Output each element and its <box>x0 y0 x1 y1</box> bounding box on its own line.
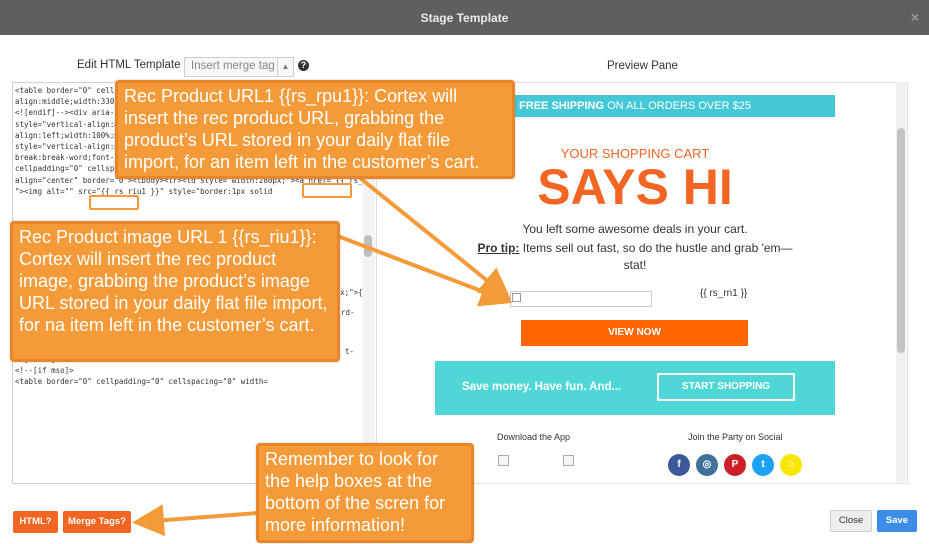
code-line: <table border="0" cellpadding="0" cellsp… <box>15 377 268 387</box>
banner-bold-text: FREE SHIPPING <box>519 100 605 112</box>
cart-body-text: You left some awesome deals in your cart… <box>522 222 748 236</box>
code-line: break:break-word;font-siz <box>15 153 128 163</box>
riu1-highlight <box>89 195 139 210</box>
chevron-down-icon[interactable]: ▲ <box>277 58 293 76</box>
help-icon[interactable]: ? <box>298 60 309 71</box>
code-line: "><img alt="" src="{{ rs_riu1 }}" style=… <box>15 186 273 196</box>
riu1-callout: Rec Product image URL 1 {{rs_riu1}}: Cor… <box>10 221 340 362</box>
merge-tags-help-button[interactable]: Merge Tags? <box>63 511 131 533</box>
rpu1-callout: Rec Product URL1 {{rs_rpu1}}: Cortex wil… <box>115 80 515 179</box>
download-app-label: Download the App <box>497 432 571 442</box>
broken-image-icon <box>512 293 521 302</box>
play-store-image[interactable] <box>563 455 574 466</box>
edit-html-label: Edit HTML Template <box>77 59 181 71</box>
start-shopping-button[interactable]: START SHOPPING <box>657 373 795 401</box>
html-help-button[interactable]: HTML? <box>13 511 58 533</box>
merge-tag-select[interactable]: Insert merge tag ▲ <box>184 57 294 77</box>
help-callout: Remember to look for the help boxes at t… <box>256 443 474 543</box>
close-button[interactable]: Close <box>830 510 872 532</box>
preview-pane-label: Preview Pane <box>607 60 678 72</box>
banner-text: ON ALL ORDERS OVER $25 <box>604 100 751 112</box>
code-line: <table border="0" cellp <box>15 86 119 95</box>
code-line: <![endif]--><div aria-lab <box>15 108 128 118</box>
modal-title-bar: Stage Template × <box>0 0 929 35</box>
modal-title: Stage Template <box>420 10 509 25</box>
code-line: align:middle;width:330px <box>15 97 124 107</box>
app-store-image[interactable] <box>498 455 509 466</box>
instagram-icon[interactable]: ◎ <box>696 454 718 476</box>
code-fragment: t- <box>345 347 355 356</box>
code-line: align:left;width:100%;min <box>15 130 128 140</box>
save-button[interactable]: Save <box>877 510 917 532</box>
close-icon[interactable]: × <box>911 9 919 25</box>
pro-tip-label: Pro tip: <box>477 241 520 255</box>
product-image-placeholder <box>510 291 652 307</box>
pro-tip: Pro tip: Items sell out fast, so do the … <box>470 240 800 274</box>
snapchat-icon[interactable]: ☺ <box>780 454 802 476</box>
editor-scroll-thumb[interactable] <box>364 235 372 257</box>
preview-scroll-thumb[interactable] <box>897 128 905 353</box>
facebook-icon[interactable]: f <box>668 454 690 476</box>
pro-tip-text: Items sell out fast, so do the hustle an… <box>519 241 793 272</box>
code-line: <!--[if mso]> <box>15 366 74 375</box>
view-now-button[interactable]: VIEW NOW <box>521 320 748 346</box>
merge-tag-select-value: Insert merge tag <box>191 60 275 72</box>
twitter-icon[interactable]: t <box>752 454 774 476</box>
social-label: Join the Party on Social <box>688 432 783 442</box>
pinterest-icon[interactable]: P <box>724 454 746 476</box>
promo-text: Save money. Have fun. And... <box>462 381 622 393</box>
code-fragment: rd- <box>341 308 355 317</box>
rpu1-highlight <box>302 183 352 198</box>
product-name-tag: {{ rs_rn1 }} <box>700 288 748 299</box>
